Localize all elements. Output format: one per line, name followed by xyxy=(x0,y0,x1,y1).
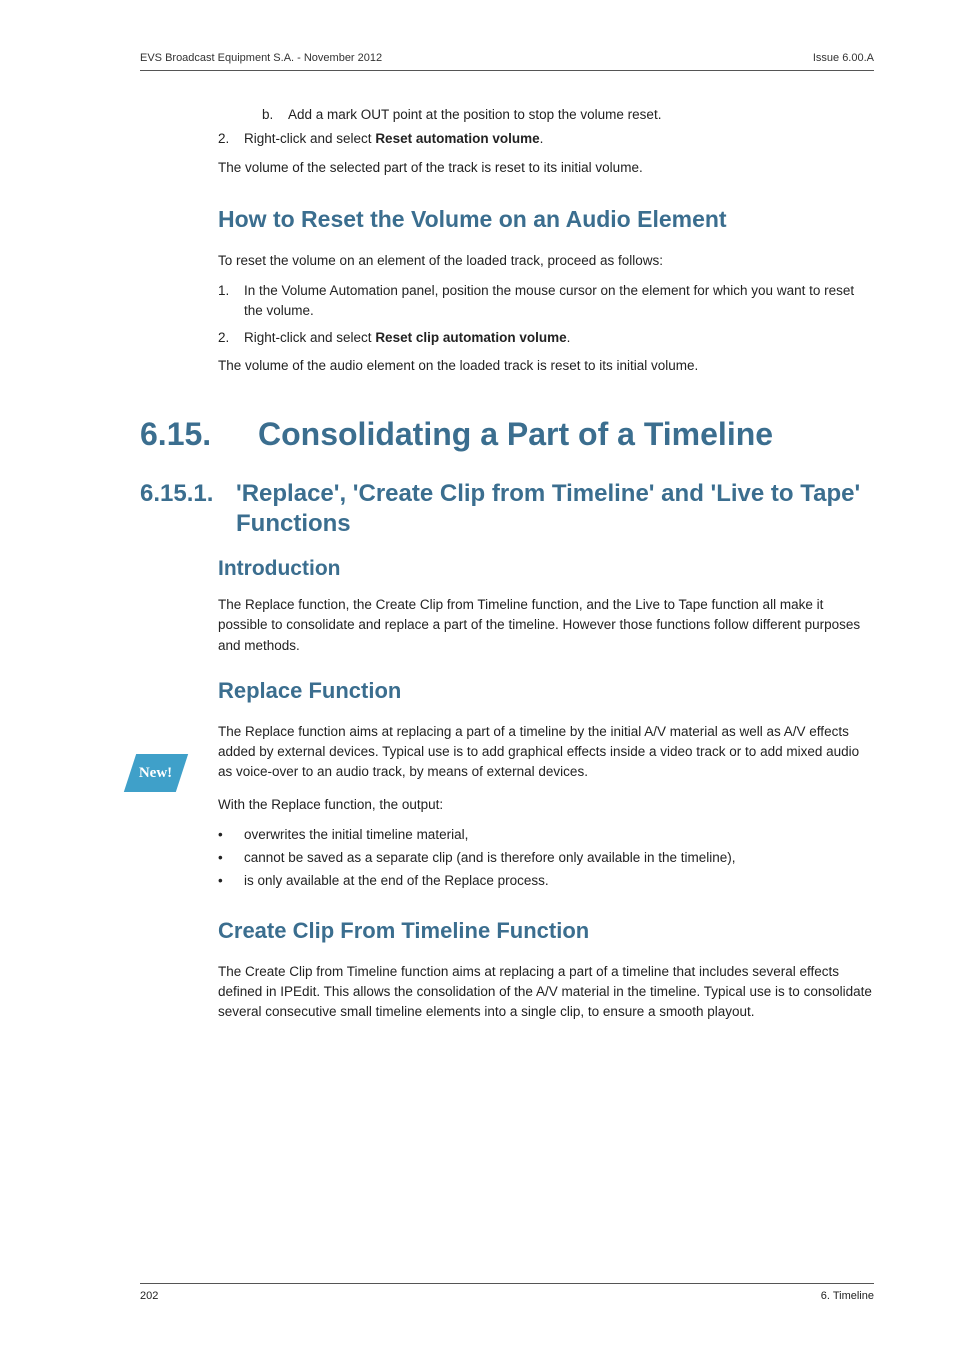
substep-letter: b. xyxy=(262,105,288,125)
heading-reset-element: How to Reset the Volume on an Audio Elem… xyxy=(218,206,874,233)
step-2-reset-automation: 2. Right-click and select Reset automati… xyxy=(218,129,874,149)
subsection-heading: 6.15.1. 'Replace', 'Create Clip from Tim… xyxy=(140,479,874,539)
new-badge: New! xyxy=(124,754,188,792)
bullet-text: cannot be saved as a separate clip (and … xyxy=(244,848,736,868)
heading-introduction: Introduction xyxy=(218,557,874,581)
para-create-clip-function: The Create Clip from Timeline function a… xyxy=(218,962,874,1023)
page-content: b. Add a mark OUT point at the position … xyxy=(218,105,874,1022)
subsection-title: 'Replace', 'Create Clip from Timeline' a… xyxy=(236,479,874,539)
para-reset-element-intro: To reset the volume on an element of the… xyxy=(218,251,874,271)
bullet-text: is only available at the end of the Repl… xyxy=(244,871,549,891)
substep-b: b. Add a mark OUT point at the position … xyxy=(262,105,874,125)
bullet-cannot-save: • cannot be saved as a separate clip (an… xyxy=(218,848,874,868)
para-introduction: The Replace function, the Create Clip fr… xyxy=(218,595,874,656)
page: EVS Broadcast Equipment S.A. - November … xyxy=(0,0,954,1350)
para-replace-function: The Replace function aims at replacing a… xyxy=(218,722,874,783)
page-footer: 202 6. Timeline xyxy=(140,1283,874,1302)
step-2-reset-clip-automation: 2. Right-click and select Reset clip aut… xyxy=(218,328,874,348)
step-number: 2. xyxy=(218,129,244,149)
page-header: EVS Broadcast Equipment S.A. - November … xyxy=(140,52,874,71)
footer-page-number: 202 xyxy=(140,1290,158,1302)
step-1-position-cursor: 1. In the Volume Automation panel, posit… xyxy=(218,281,874,322)
bullet-text: overwrites the initial timeline material… xyxy=(244,825,468,845)
para-reset-part-result: The volume of the selected part of the t… xyxy=(218,158,874,178)
step-number: 1. xyxy=(218,281,244,322)
heading-create-clip-function: Create Clip From Timeline Function xyxy=(218,918,874,944)
para-replace-output-intro: With the Replace function, the output: xyxy=(218,795,874,815)
para-reset-element-result: The volume of the audio element on the l… xyxy=(218,356,874,376)
bullet-dot: • xyxy=(218,825,244,845)
step-text: Right-click and select Reset clip automa… xyxy=(244,328,570,348)
header-right: Issue 6.00.A xyxy=(813,52,874,64)
new-badge-text: New! xyxy=(139,765,172,782)
header-left: EVS Broadcast Equipment S.A. - November … xyxy=(140,52,382,64)
step-number: 2. xyxy=(218,328,244,348)
bullet-dot: • xyxy=(218,848,244,868)
section-number: 6.15. xyxy=(140,416,258,453)
step-text: Right-click and select Reset automation … xyxy=(244,129,543,149)
step-text: In the Volume Automation panel, position… xyxy=(244,281,874,322)
footer-section: 6. Timeline xyxy=(821,1290,874,1302)
section-heading: 6.15. Consolidating a Part of a Timeline xyxy=(140,416,874,453)
heading-replace-function: Replace Function xyxy=(218,678,874,704)
bullet-only-end: • is only available at the end of the Re… xyxy=(218,871,874,891)
substep-text: Add a mark OUT point at the position to … xyxy=(288,105,661,125)
bullet-overwrites: • overwrites the initial timeline materi… xyxy=(218,825,874,845)
subsection-number: 6.15.1. xyxy=(140,480,236,508)
section-title: Consolidating a Part of a Timeline xyxy=(258,416,773,453)
bullet-dot: • xyxy=(218,871,244,891)
